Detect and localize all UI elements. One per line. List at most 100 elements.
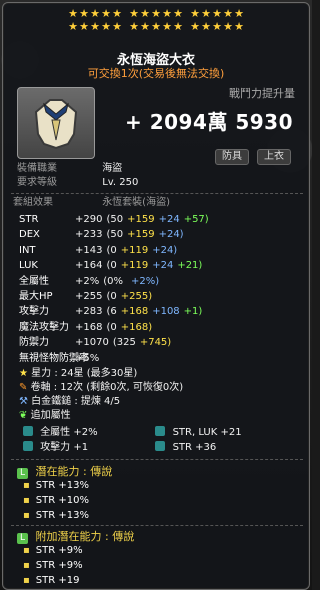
- star-icon: ★: [212, 7, 222, 20]
- extra-stat-icon: [155, 441, 166, 451]
- stat-row: 攻擊力 +283 (6 +168 +108 +1): [19, 306, 206, 318]
- potential-line-text: STR +13%: [35, 510, 89, 521]
- hammer-icon: ⚒: [19, 396, 28, 407]
- star-icon: ★: [90, 7, 100, 20]
- stat-bonus-b: +108: [152, 306, 180, 318]
- stat-bonus-a: +159: [127, 229, 155, 241]
- star-icon: ★: [151, 20, 161, 33]
- stat-base: (0: [106, 291, 117, 302]
- level-label: 要求等級: [17, 177, 57, 188]
- legendary-badge: L: [17, 468, 28, 479]
- star-icon: ★: [101, 7, 111, 20]
- extra-stat-icon: [23, 426, 33, 436]
- stat-bonus-a: +119: [120, 244, 149, 256]
- stat-bonus-b: +24: [152, 260, 174, 272]
- bonus-potential-line-text: STR +19: [35, 575, 80, 586]
- stat-base: (0%: [103, 275, 124, 287]
- potential-line-text: STR +10%: [35, 495, 89, 506]
- extra-stat-row-1: 全屬性 +2% STR, LUK +21: [23, 426, 242, 439]
- stat-total: +2%: [75, 275, 100, 287]
- stat-name: 攻擊力: [19, 306, 49, 318]
- scroll-text: 卷軸 : 12次 (剩餘0次, 可恢復0次): [30, 382, 184, 393]
- star-icon: ★: [129, 20, 139, 33]
- stat-name: LUK: [19, 260, 38, 272]
- job-label: 裝備職業: [17, 163, 57, 174]
- trade-status: 可交換1次(交易後無法交換): [87, 67, 225, 80]
- stat-bonus-a: +119: [120, 260, 149, 272]
- extra-stat-right: STR, LUK +21: [172, 427, 242, 438]
- tag-top: 上衣: [257, 149, 291, 165]
- job-row: 裝備職業 海盜: [17, 163, 122, 175]
- stat-row: DEX +233 (50 +159 +24): [19, 229, 192, 241]
- stat-row: INT +143 (0 +119 +24): [19, 245, 185, 257]
- power-label: 戰鬥力提升量: [229, 87, 295, 100]
- bonus-potential-label: 附加潛在能力 :: [35, 530, 113, 543]
- star-icon: ★: [201, 7, 211, 20]
- potential-line-text: STR +13%: [35, 480, 89, 491]
- star-icon: ★: [101, 20, 111, 33]
- level-value: Lv. 250: [102, 177, 139, 188]
- coat-icon: [34, 99, 78, 150]
- star-icon: ★: [79, 7, 89, 20]
- stat-bonus-a: +159: [127, 214, 155, 225]
- star-icon: ★: [112, 20, 122, 33]
- star-icon: ★: [234, 7, 244, 20]
- stat-row: 最大HP +255 (0 +255): [19, 291, 164, 303]
- stat-total: +5%: [75, 352, 100, 364]
- star-icon: ★: [112, 7, 122, 20]
- scroll-icon: ✎: [19, 382, 28, 393]
- bonus-potential-line: ▪ STR +19: [23, 575, 80, 586]
- hammer-line: ⚒ 白金鐵鎚 : 提煉 4/5: [19, 396, 120, 408]
- stat-base: (0: [106, 244, 117, 256]
- stat-bonus-a: +255): [120, 291, 153, 302]
- stat-base: (50: [106, 214, 124, 225]
- extra-stat-row-2: 攻擊力 +1 STR +36: [23, 441, 216, 454]
- stat-row: LUK +164 (0 +119 +24 +21): [19, 260, 206, 272]
- stat-bonus-c: +57): [183, 214, 209, 225]
- star-icon: ★: [173, 7, 183, 20]
- stat-bonus-b: +24): [158, 229, 184, 241]
- star-icon: ★: [90, 20, 100, 33]
- bonus-potential-line-text: STR +9%: [35, 560, 83, 571]
- stat-name: 最大HP: [19, 291, 53, 302]
- star-icon: ★: [190, 20, 200, 33]
- star-icon: ★: [190, 7, 200, 20]
- stat-row: STR +290 (50 +159 +24 +57): [19, 214, 213, 226]
- feather-icon: ❦: [19, 410, 28, 421]
- extra-stat-head: ❦ 追加屬性: [19, 410, 71, 422]
- legendary-badge: L: [17, 533, 28, 544]
- stat-total: +255: [75, 291, 103, 302]
- stat-total: +164: [75, 260, 103, 272]
- star-icon: ★: [68, 7, 78, 20]
- item-icon-frame: [17, 87, 95, 159]
- extra-stat-left: 全屬性 +2%: [40, 427, 98, 438]
- bonus-potential-line: ▪ STR +9%: [23, 560, 83, 571]
- potential-header: L 潛在能力 : 傳說: [17, 463, 112, 479]
- star-row-2: ★★★★★ ★★★★★ ★★★★★: [3, 20, 309, 33]
- potential-line: ▪ STR +13%: [23, 480, 89, 491]
- stat-base: (325: [112, 337, 136, 349]
- star-icon: ★: [151, 7, 161, 20]
- potential-label: 潛在能力 :: [35, 465, 91, 478]
- stat-name: INT: [19, 244, 36, 256]
- stat-total: +1070: [75, 337, 109, 349]
- star-icon: ★: [212, 20, 222, 33]
- star-icon: ★: [129, 7, 139, 20]
- stat-bonus-a: +745): [139, 337, 172, 349]
- extra-stat-left: 攻擊力 +1: [40, 442, 89, 453]
- divider: [11, 525, 303, 526]
- hammer-text: 白金鐵鎚 : 提煉 4/5: [31, 396, 121, 407]
- star-icon: ★: [140, 7, 150, 20]
- bonus-potential-header: L 附加潛在能力 : 傳說: [17, 528, 134, 544]
- divider: [11, 459, 303, 460]
- star-force-text: 星力 : 24星 (最多30星): [31, 368, 138, 379]
- stat-base: (50: [106, 229, 124, 241]
- tag-armor: 防具: [215, 149, 249, 165]
- star-icon: ★: [223, 20, 233, 33]
- star-icon: ★: [140, 20, 150, 33]
- stat-name: 全屬性: [19, 275, 49, 287]
- star-icon: ★: [234, 20, 244, 33]
- stat-name: 防禦力: [19, 337, 49, 349]
- stat-row: 防禦力 +1070 (325 +745): [19, 337, 183, 349]
- star-icon: ★: [173, 20, 183, 33]
